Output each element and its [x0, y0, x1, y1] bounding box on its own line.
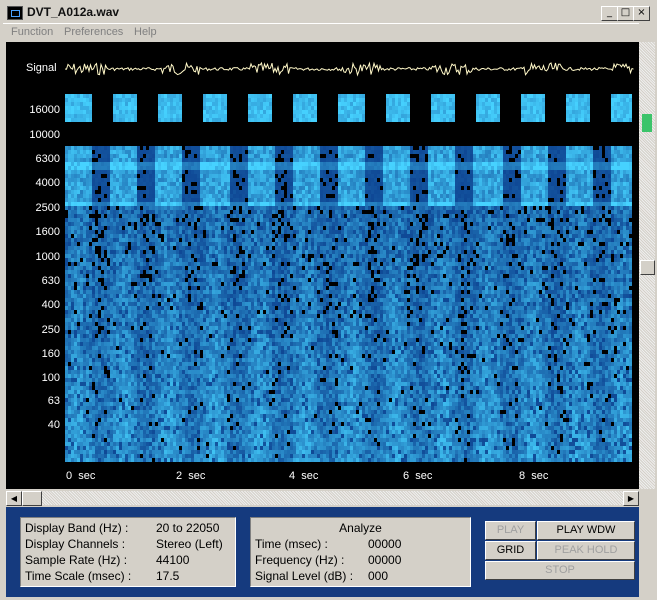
- title-bar: DVT_A012a.wav _ □ ×: [3, 3, 650, 24]
- play-window-button[interactable]: PLAY WDW: [537, 521, 635, 540]
- scroll-right-arrow-icon[interactable]: ▶: [623, 491, 639, 506]
- frequency-value: 00000: [368, 553, 402, 567]
- spectrogram-display[interactable]: Signal 16000 10000 6300 4000 2500 1600 1000 630…: [6, 42, 639, 489]
- close-button[interactable]: ×: [633, 6, 650, 21]
- frequency-tick-label: 160: [41, 348, 60, 360]
- signal-label: Signal: [26, 62, 57, 74]
- frequency-tick-label: 100: [41, 372, 60, 384]
- menu-help[interactable]: Help: [134, 26, 157, 38]
- window-title: DVT_A012a.wav: [27, 5, 120, 19]
- spectrogram-image: [65, 94, 632, 462]
- signal-level-value: 000: [368, 569, 389, 583]
- play-button[interactable]: PLAY: [485, 521, 536, 540]
- menu-function[interactable]: Function: [11, 26, 53, 38]
- status-indicator: [642, 114, 652, 132]
- horizontal-scroll-thumb[interactable]: [22, 491, 42, 506]
- time-tick-label: 8 sec: [519, 470, 549, 482]
- vertical-scrollbar[interactable]: [639, 42, 655, 489]
- time-label: Time (msec) :: [255, 537, 328, 551]
- signal-level-label: Signal Level (dB) :: [255, 569, 354, 583]
- sample-rate-value: 44100: [156, 553, 190, 567]
- menu-bar: Function Preferences Help: [3, 24, 643, 42]
- frequency-tick-label: 1000: [35, 251, 60, 263]
- time-scale-label: Time Scale (msec) :: [25, 569, 132, 583]
- display-channels-value: Stereo (Left): [156, 537, 223, 551]
- frequency-tick-label: 400: [41, 299, 60, 311]
- frequency-tick-label: 4000: [35, 177, 60, 189]
- frequency-tick-label: 40: [47, 419, 60, 431]
- scroll-left-arrow-icon[interactable]: ◀: [6, 491, 22, 506]
- time-tick-label: 4 sec: [289, 470, 319, 482]
- vertical-scroll-thumb[interactable]: [640, 260, 655, 275]
- menu-preferences[interactable]: Preferences: [64, 26, 123, 38]
- signal-waveform: [65, 61, 634, 77]
- frequency-tick-label: 6300: [35, 153, 60, 165]
- control-panel: Display Band (Hz) : 20 to 22050 Display …: [6, 507, 639, 597]
- frequency-tick-label: 630: [41, 275, 60, 287]
- sample-rate-label: Sample Rate (Hz) :: [25, 553, 128, 567]
- analyze-box: Analyze Time (msec) : 00000 Frequency (H…: [250, 517, 471, 587]
- minimize-button[interactable]: _: [601, 6, 618, 21]
- time-scale-value: 17.5: [156, 569, 180, 583]
- frequency-tick-label: 250: [41, 324, 60, 336]
- application-window: DVT_A012a.wav _ □ × Function Preferences…: [0, 0, 657, 600]
- frequency-tick-label: 63: [47, 395, 60, 407]
- frequency-tick-label: 1600: [35, 226, 60, 238]
- waveform-path: [65, 61, 634, 77]
- frequency-tick-label: 10000: [29, 129, 60, 141]
- time-tick-label: 2 sec: [176, 470, 206, 482]
- grid-button[interactable]: GRID: [485, 541, 536, 560]
- analyze-title: Analyze: [339, 521, 382, 535]
- display-channels-label: Display Channels :: [25, 537, 126, 551]
- horizontal-scrollbar[interactable]: ◀ ▶: [6, 491, 639, 506]
- stop-button[interactable]: STOP: [485, 561, 635, 580]
- maximize-button[interactable]: □: [617, 6, 634, 21]
- display-info-box: Display Band (Hz) : 20 to 22050 Display …: [20, 517, 236, 587]
- frequency-tick-label: 16000: [29, 104, 60, 116]
- time-tick-label: 0 sec: [66, 470, 96, 482]
- display-band-value: 20 to 22050: [156, 521, 220, 535]
- time-value: 00000: [368, 537, 402, 551]
- frequency-tick-label: 2500: [35, 202, 60, 214]
- frequency-label: Frequency (Hz) :: [255, 553, 345, 567]
- time-tick-label: 6 sec: [403, 470, 433, 482]
- peak-hold-button[interactable]: PEAK HOLD: [537, 541, 635, 560]
- display-band-label: Display Band (Hz) :: [25, 521, 129, 535]
- app-icon: [7, 6, 23, 20]
